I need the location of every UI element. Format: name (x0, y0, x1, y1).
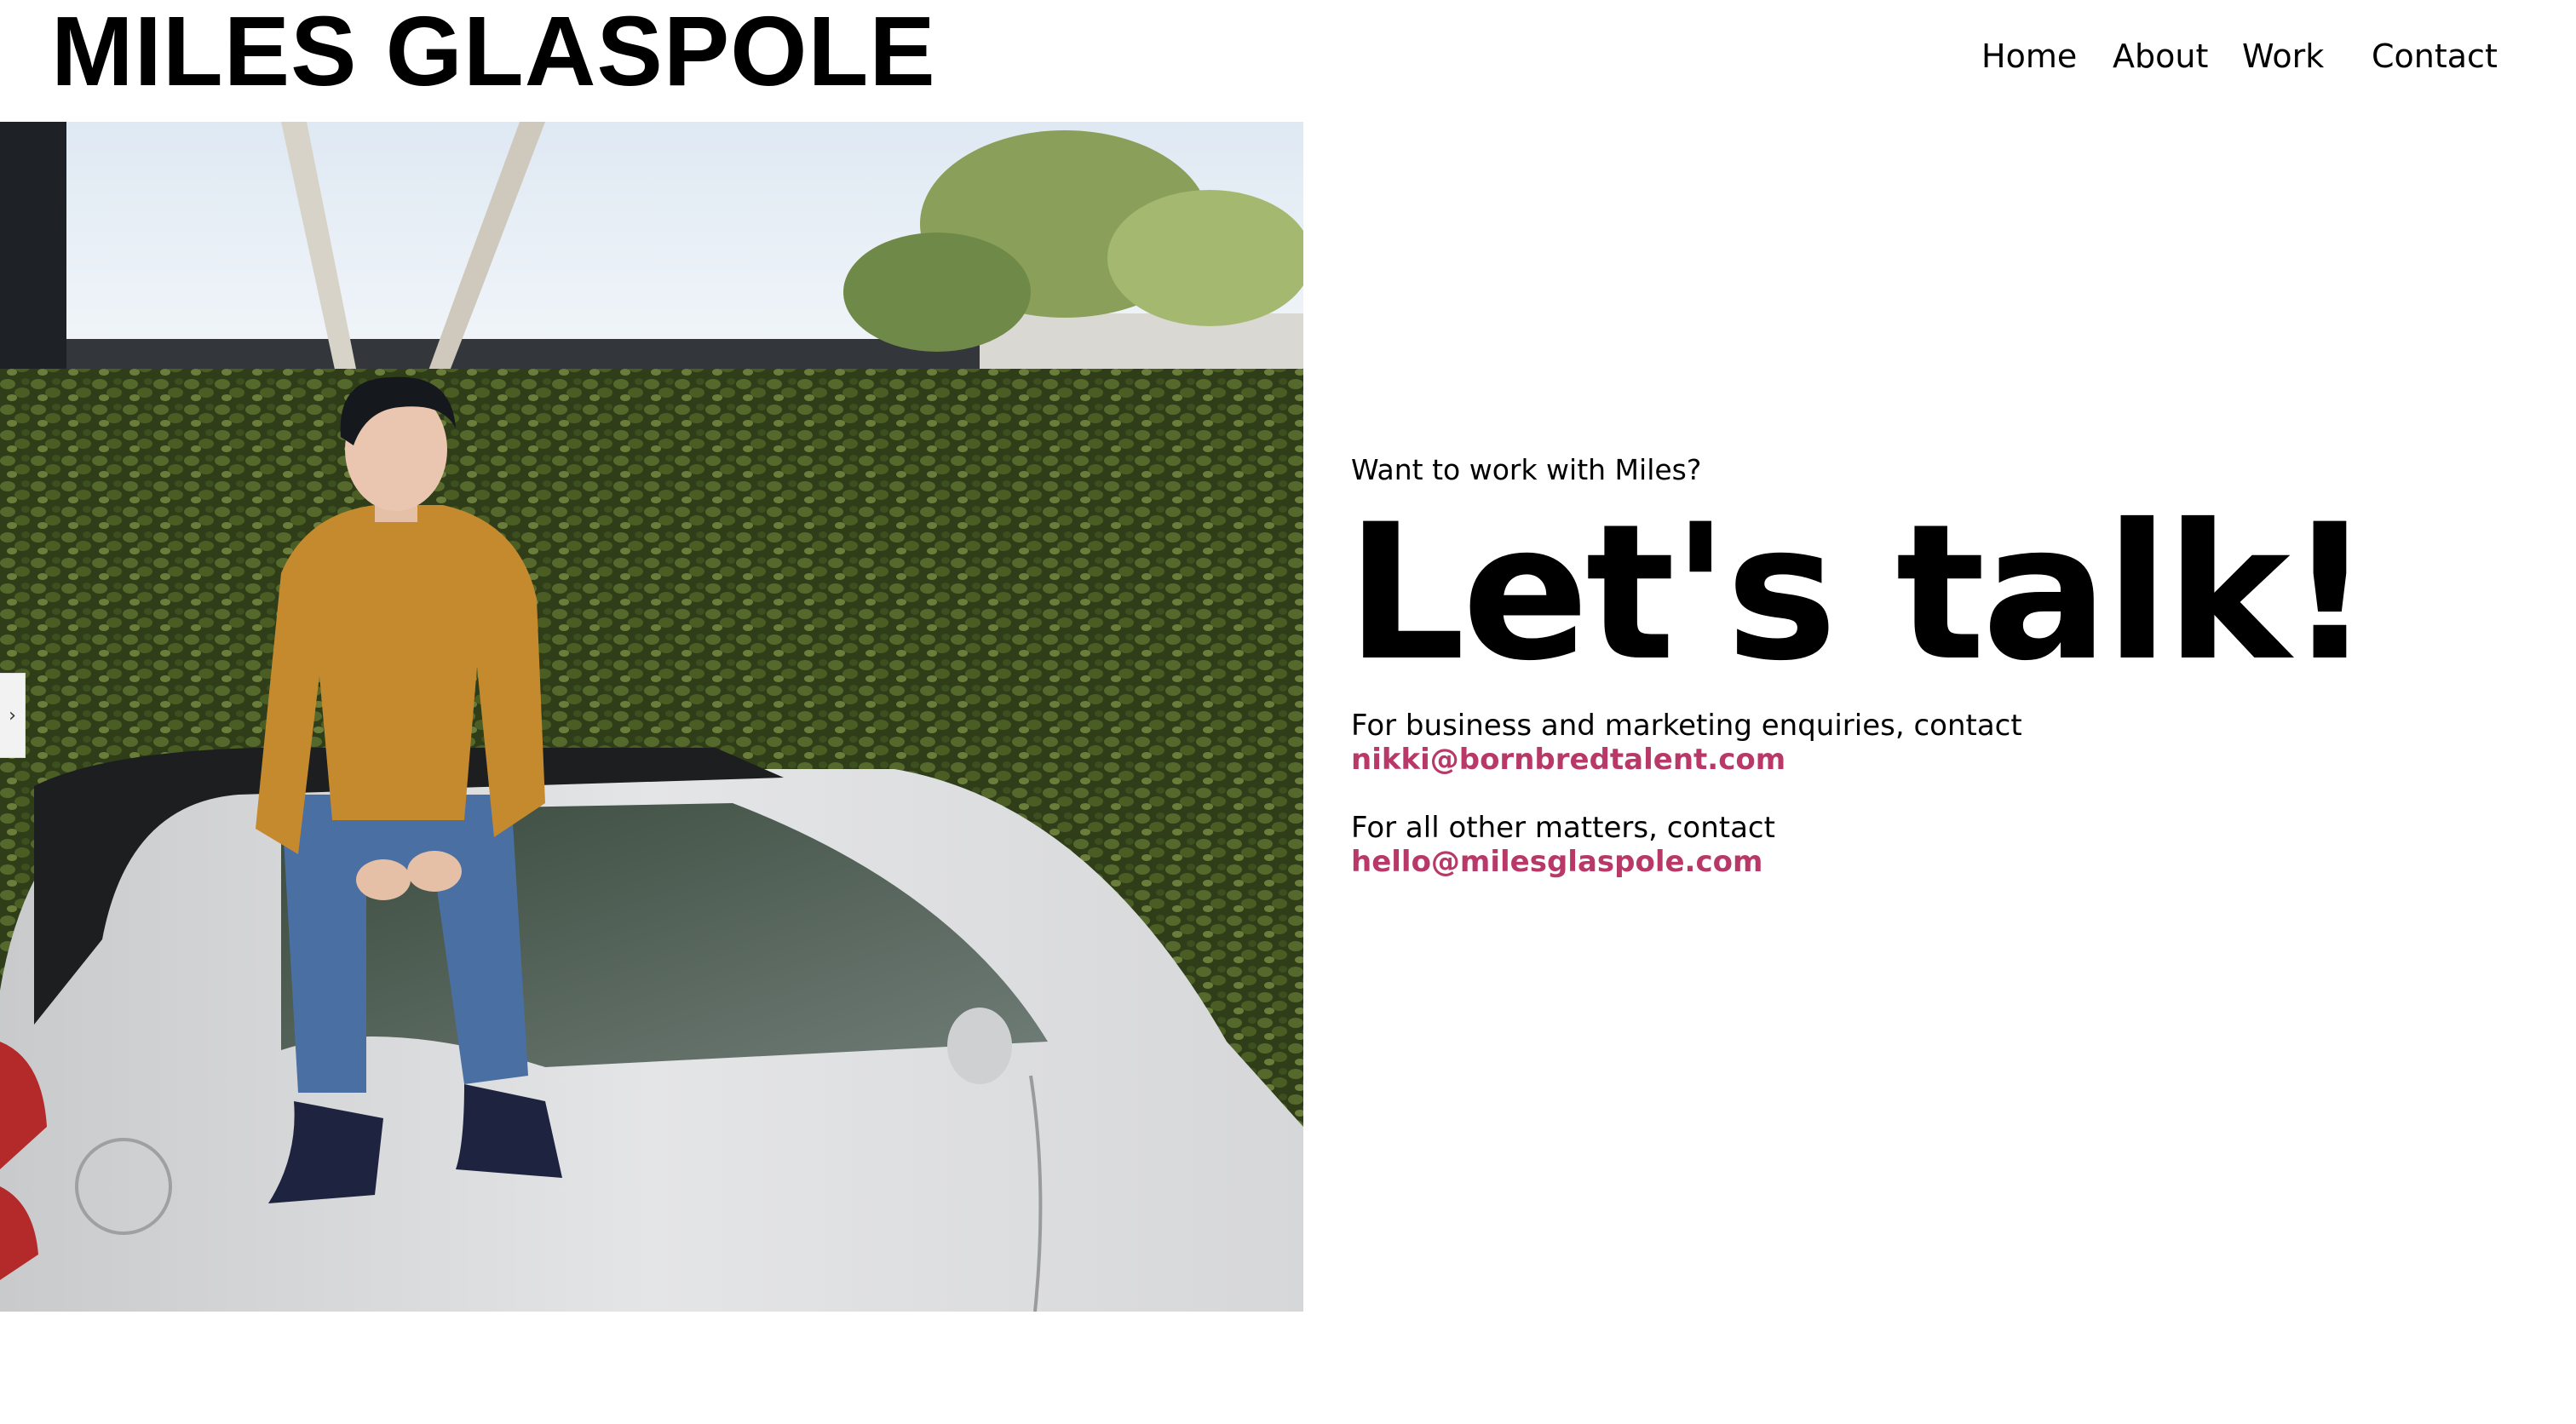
other-contact-block: For all other matters, contact hello@mil… (1351, 811, 2458, 879)
contact-page: MILES GLASPOLE Home About Work Contact ›… (0, 0, 2576, 1424)
other-contact-label: For all other matters, contact (1351, 811, 1775, 845)
main-nav: Home About Work Contact (1895, 31, 2576, 82)
nav-about-link[interactable]: About (2113, 31, 2208, 82)
nav-contact-link[interactable]: Contact (2372, 31, 2498, 82)
hero-photo-illustration (0, 122, 1303, 1312)
contact-headline: Let's talk! (1346, 484, 2372, 702)
nav-work-link[interactable]: Work (2242, 31, 2324, 82)
chevron-right-icon: › (9, 704, 16, 726)
other-email-link[interactable]: hello@milesglaspole.com (1351, 845, 1762, 879)
side-tab-toggle[interactable]: › (0, 673, 26, 758)
business-contact-label: For business and marketing enquiries, co… (1351, 709, 2022, 743)
contact-section: Want to work with Miles? Let's talk! For… (1346, 451, 2458, 879)
business-contact-block: For business and marketing enquiries, co… (1351, 709, 2458, 777)
nav-home-link[interactable]: Home (1981, 31, 2077, 82)
site-title[interactable]: MILES GLASPOLE (51, 2, 936, 100)
hero-photo (0, 122, 1303, 1312)
business-email-link[interactable]: nikki@bornbredtalent.com (1351, 743, 1785, 777)
